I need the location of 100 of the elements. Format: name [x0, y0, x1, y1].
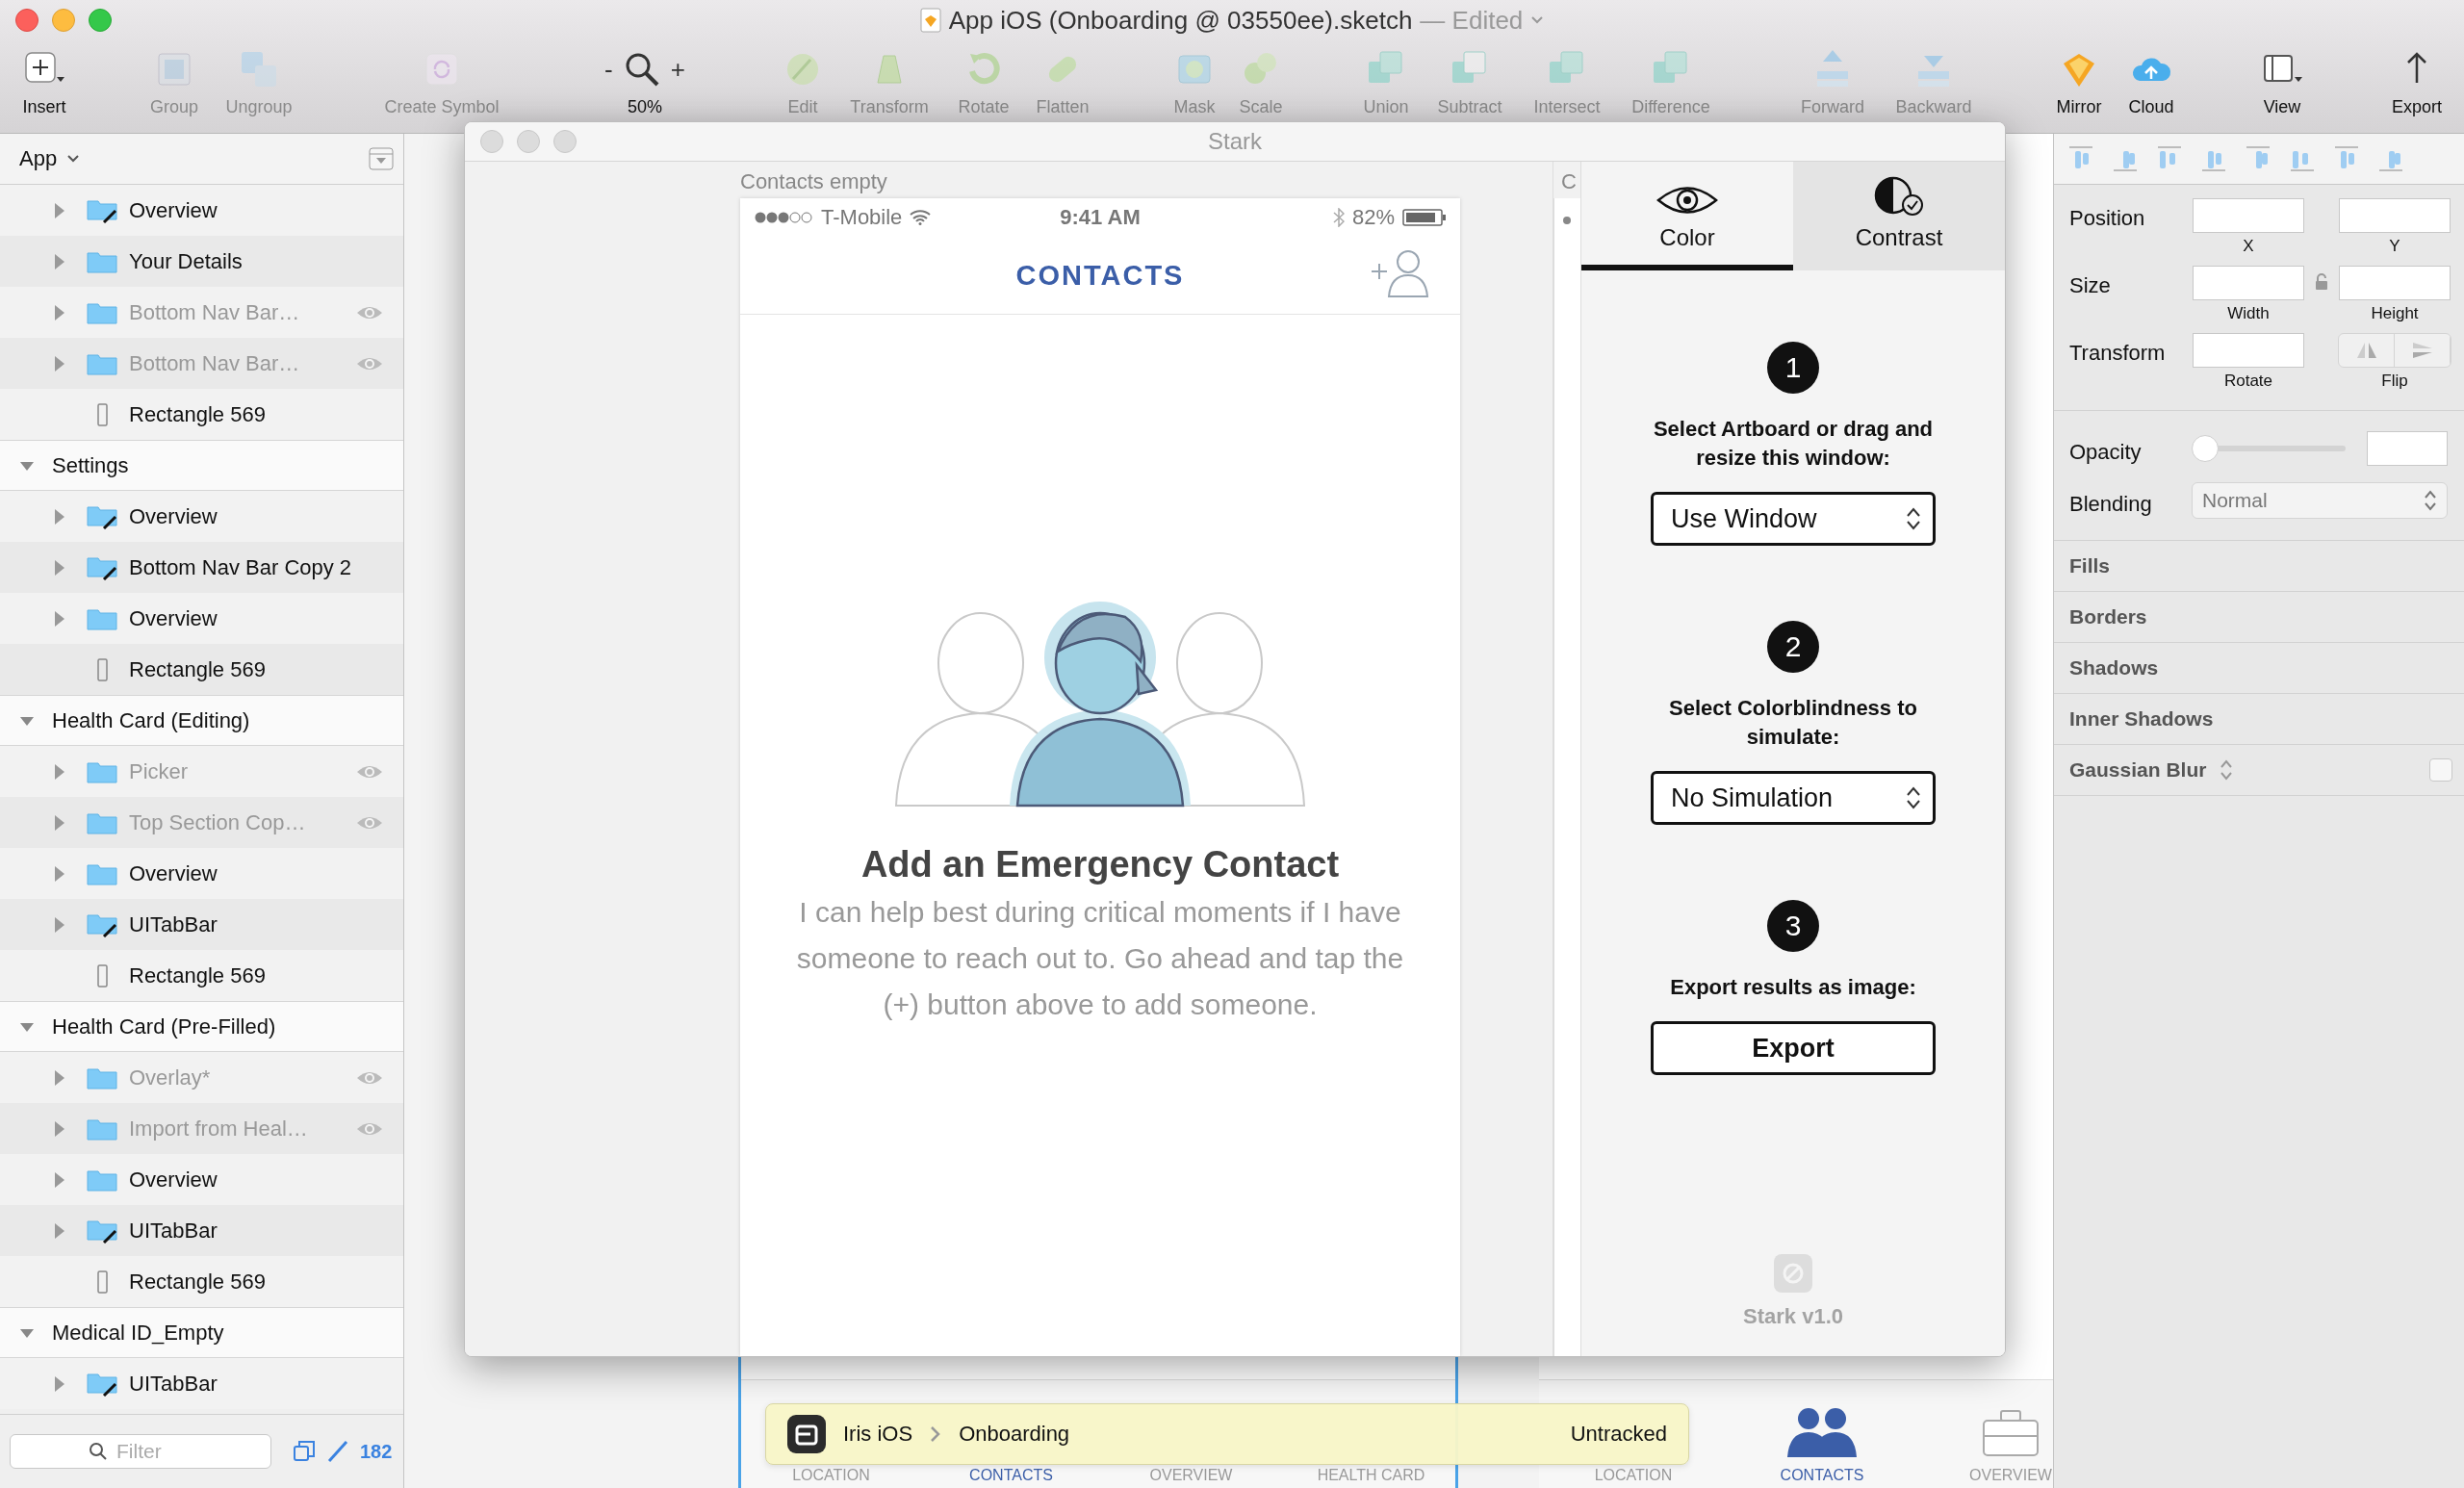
layer-name: Rectangle 569 [129, 962, 267, 988]
section-heading[interactable]: Shadows [2069, 656, 2159, 680]
section-heading[interactable]: Gaussian Blur [2069, 758, 2207, 782]
toolbar-button[interactable]: Cloud [2118, 48, 2185, 117]
blending-select[interactable]: Normal [2192, 482, 2448, 519]
property-label: Transform [2069, 340, 2167, 366]
artboard-name: Health Card (Editing) [52, 707, 250, 733]
zoom-in-button[interactable]: + [670, 54, 685, 85]
copy-icon[interactable] [293, 1440, 316, 1463]
people-icon [1785, 1405, 1859, 1457]
layer-name: Bottom Nav Bar… [129, 350, 301, 376]
battery-percent: 82% [1351, 205, 1395, 230]
toolbar-button[interactable]: View [2248, 48, 2316, 117]
symbol-folder-icon [87, 1218, 117, 1244]
zoom-button[interactable] [553, 130, 577, 153]
property-label: Size [2069, 272, 2112, 298]
section-heading[interactable]: Inner Shadows [2069, 707, 2214, 731]
layer-name: Rectangle 569 [129, 1269, 267, 1295]
layer-row[interactable]: UITabBar [0, 899, 403, 950]
collapse-icon[interactable] [369, 147, 394, 170]
layer-row[interactable]: Your Details [0, 236, 403, 287]
layer-name: Rectangle 569 [129, 401, 267, 427]
dropdown-select[interactable]: Use Window [1651, 492, 1936, 546]
layer-row[interactable]: Rectangle 569 [0, 644, 403, 695]
layer-name: UITabBar [129, 1371, 218, 1397]
layer-row[interactable]: UITabBar [0, 1205, 403, 1256]
layer-row[interactable]: Bottom Nav Bar Copy 2 [0, 542, 403, 593]
bluetooth-icon [1332, 208, 1345, 227]
layer-name: Import from Heal… [129, 1116, 309, 1142]
layer-name: Overview [129, 503, 218, 529]
brush-icon[interactable] [327, 1440, 348, 1463]
field-caption: Height [2371, 304, 2419, 323]
artboard-row[interactable]: Medical ID_Empty [0, 1307, 403, 1358]
tracking-status: Untracked [1570, 1422, 1667, 1447]
field-caption: Flip [2381, 372, 2408, 391]
layer-name: UITabBar [129, 911, 218, 937]
zoom-button[interactable] [89, 9, 112, 32]
artboard-row[interactable]: Health Card (Editing) [0, 695, 403, 746]
stepper-icon [1906, 784, 1921, 811]
folder-icon [87, 1167, 117, 1192]
number-field[interactable] [2339, 266, 2451, 300]
stepper-icon [2424, 489, 2437, 512]
checkbox[interactable] [2429, 758, 2452, 782]
close-button[interactable] [480, 130, 503, 153]
artboard-row[interactable]: Settings [0, 440, 403, 491]
number-field[interactable] [2339, 198, 2451, 233]
signal-dot-icon [1562, 216, 1572, 225]
property-label: Blending [2069, 491, 2153, 517]
mode-tab[interactable]: Contrast [1793, 162, 2005, 270]
symbol-folder-icon [87, 197, 117, 223]
lock-icon[interactable] [2315, 273, 2328, 291]
folder-icon [87, 300, 117, 324]
layer-name: Overview [129, 605, 218, 631]
property-label: Position [2069, 205, 2146, 231]
flip-segmented-control[interactable] [2338, 333, 2451, 368]
filter-field[interactable]: Filter [10, 1434, 271, 1469]
stepper-icon[interactable] [2220, 758, 2234, 782]
layer-name: Bottom Nav Bar… [129, 299, 301, 325]
layer-count: 182 [360, 1440, 393, 1463]
toolbar-button[interactable]: Insert [11, 48, 78, 117]
app-logo-icon [787, 1415, 826, 1453]
number-field[interactable] [2193, 333, 2304, 368]
symbol-folder-icon [87, 554, 117, 580]
close-button[interactable] [15, 9, 38, 32]
step-instruction: Select Colorblindness to simulate: [1668, 695, 1918, 751]
minimize-button[interactable] [52, 9, 75, 32]
folder-icon [87, 861, 117, 885]
edited-status: — Edited [1420, 5, 1524, 36]
zoom-out-button[interactable]: - [604, 54, 613, 85]
step-instruction: Select Artboard or drag and resize this window: [1652, 416, 1935, 472]
chevron-down-icon[interactable] [1530, 15, 1545, 25]
minimize-button[interactable] [517, 130, 540, 153]
section-heading[interactable]: Borders [2069, 605, 2147, 629]
opacity-field[interactable] [2367, 431, 2448, 466]
layer-name: Your Details [129, 248, 244, 274]
folder-icon [87, 606, 117, 630]
empty-state-text: I can help best during critical moments if I have someone to reach out to. Go ahead and tap the (+) button above to add someone. [795, 895, 1405, 1022]
battery-icon [1402, 208, 1447, 227]
artboard-row[interactable]: Health Card (Pre-Filled) [0, 1001, 403, 1052]
tab-bar-item[interactable]: CONTACTS [1728, 1380, 1916, 1488]
zoom-control[interactable]: - + 50% [582, 48, 707, 117]
artboard-label: C [1560, 169, 1578, 195]
folder-icon [87, 810, 117, 834]
project-name[interactable]: Iris iOS [843, 1422, 913, 1447]
number-field[interactable] [2193, 266, 2304, 300]
export-button[interactable]: Export [1651, 1021, 1936, 1075]
page-selector[interactable]: App [19, 146, 81, 171]
folder-icon [87, 1065, 117, 1090]
toolbar-button[interactable]: Export [2383, 48, 2451, 117]
number-field[interactable] [2193, 198, 2304, 233]
flip-horizontal-icon [2354, 341, 2378, 360]
version-label: Stark v1.0 [1743, 1304, 1843, 1329]
section-heading[interactable]: Fills [2069, 554, 2110, 577]
property-label: Opacity [2069, 439, 2143, 465]
wifi-icon [910, 210, 932, 225]
field-caption: Width [2227, 304, 2270, 323]
branch-name[interactable]: Onboarding [959, 1422, 1070, 1447]
dropdown-select[interactable]: No Simulation [1651, 771, 1936, 825]
toolbar-button[interactable]: Mirror [2045, 48, 2113, 117]
layer-name: Overlay* [129, 1065, 212, 1090]
